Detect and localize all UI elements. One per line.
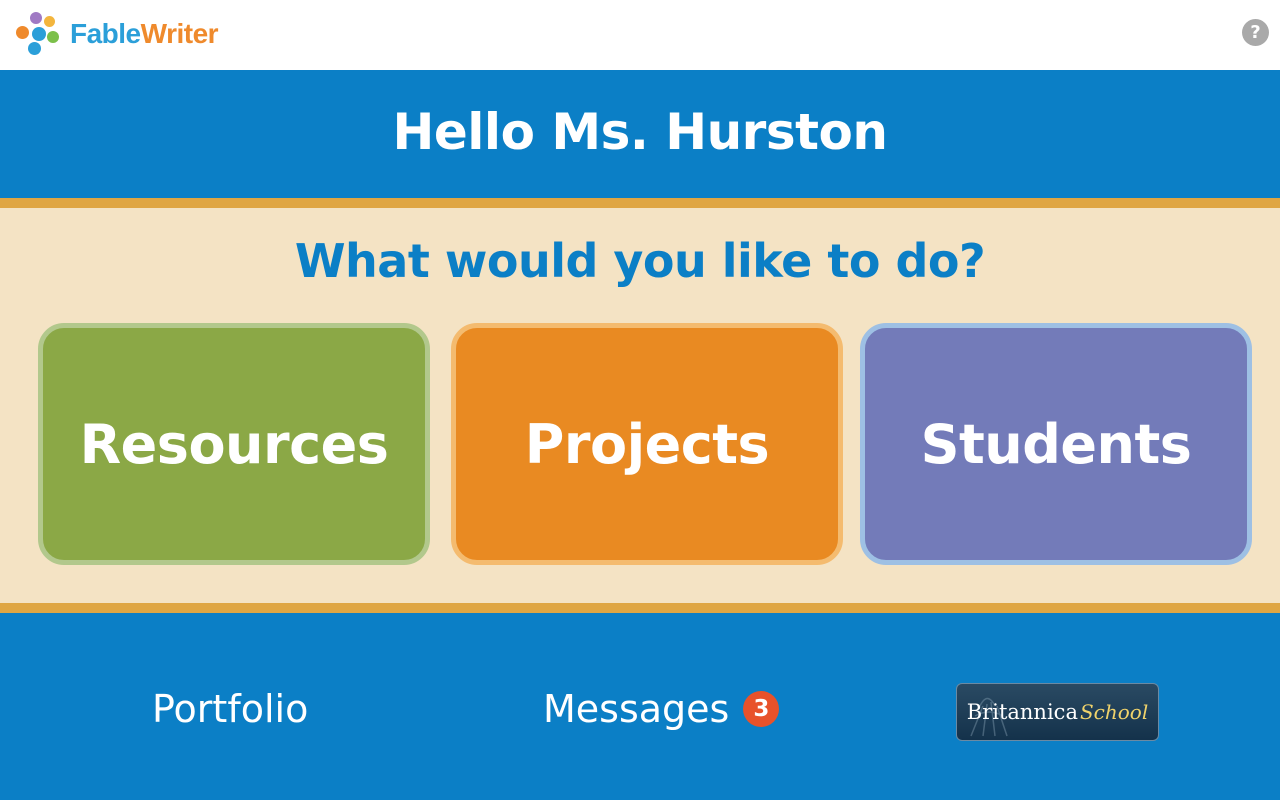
- help-button[interactable]: ?: [1242, 19, 1269, 46]
- greeting-title: Hello Ms. Hurston: [392, 103, 888, 161]
- greeting-banner: Hello Ms. Hurston: [0, 70, 1280, 198]
- messages-label: Messages: [543, 687, 730, 731]
- logo-text-writer: Writer: [140, 18, 219, 49]
- logo-dots-icon: [14, 10, 66, 58]
- logo-text-fable: Fable: [70, 18, 141, 49]
- messages-count-badge: 3: [743, 691, 780, 727]
- britannica-label: Britannica: [966, 700, 1078, 724]
- britannica-school-link[interactable]: Britannica School: [956, 683, 1159, 741]
- portfolio-link[interactable]: Portfolio: [152, 687, 308, 731]
- messages-link[interactable]: Messages 3: [543, 687, 780, 731]
- students-label: Students: [920, 412, 1192, 476]
- divider-top: [0, 198, 1280, 208]
- prompt-heading: What would you like to do?: [294, 234, 986, 288]
- logo-wordmark: FableWriter: [70, 18, 219, 50]
- fablewriter-logo: FableWriter: [14, 10, 219, 58]
- bottom-nav: Portfolio Messages 3 Britannica School: [0, 613, 1280, 800]
- help-icon: ?: [1250, 22, 1261, 43]
- divider-bottom: [0, 603, 1280, 613]
- students-button[interactable]: Students: [860, 323, 1252, 565]
- projects-label: Projects: [524, 412, 770, 476]
- projects-button[interactable]: Projects: [451, 323, 843, 565]
- top-bar: FableWriter ?: [0, 0, 1280, 70]
- resources-button[interactable]: Resources: [38, 323, 430, 565]
- britannica-school-label: School: [1079, 700, 1149, 724]
- resources-label: Resources: [79, 412, 389, 476]
- main-panel: What would you like to do? Resources Pro…: [0, 208, 1280, 603]
